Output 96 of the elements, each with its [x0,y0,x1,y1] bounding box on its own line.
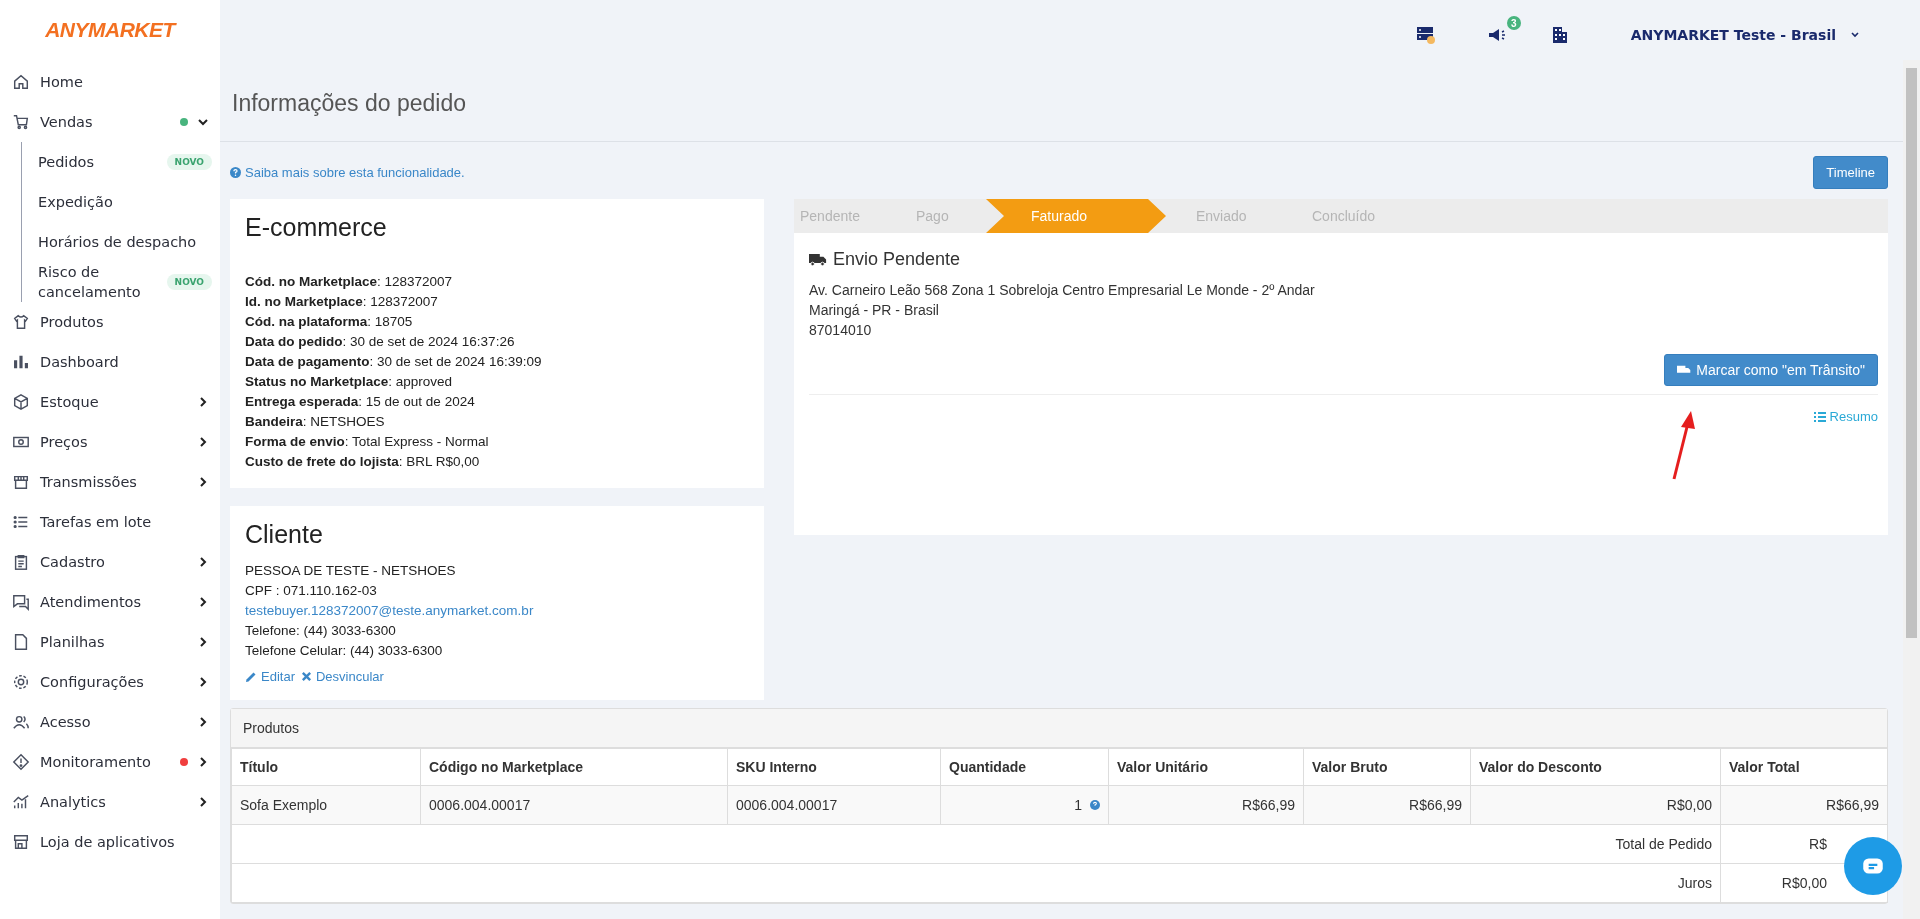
edit-link[interactable]: Editar [245,669,295,684]
caret-icon [1850,30,1860,40]
sidebar-item[interactable]: Configurações [0,662,220,702]
sidebar-item[interactable]: Analytics [0,782,220,822]
shirt-icon [12,313,30,331]
column-header: Valor Unitário [1108,748,1304,786]
sidebar-item[interactable]: Dashboard [0,342,220,382]
list-icon [1813,411,1826,422]
table-cell: 1 [940,785,1109,825]
sidebar-item[interactable]: Preços [0,422,220,462]
question-icon [230,167,241,178]
order-field: Forma de envio: Total Express - Normal [245,432,749,452]
list-icon [12,513,30,531]
total-label: Juros [231,863,1721,903]
column-header: Quantidade [940,748,1109,786]
order-field: Cód. na plataforma: 18705 [245,312,749,332]
address-line: 87014010 [809,321,873,340]
scrollbar[interactable] [1903,60,1920,919]
column-header: Valor Total [1720,748,1888,786]
sidebar-subitem[interactable]: Risco de cancelamento NOVO [22,262,220,302]
sidebar-item[interactable]: Tarefas em lote [0,502,220,542]
address-line: Av. Carneiro Leão 568 Zona 1 Sobreloja Centro Empresarial Le Monde - 2º Andar [809,281,1316,300]
table-cell: R$0,00 [1470,785,1721,825]
client-phone: Telefone: (44) 3033-6300 [245,622,397,640]
sidebar-subitem[interactable]: Pedidos NOVO [22,142,220,182]
table-cell: 0006.004.00017 [727,785,941,825]
sidebar-item[interactable]: Loja de aplicativos [0,822,220,862]
sidebar-item[interactable]: Estoque [0,382,220,422]
card-title: Cliente [245,520,324,549]
help-link[interactable]: Saiba mais sobre esta funcionalidade. [230,165,465,180]
sidebar-item[interactable]: Transmissões [0,462,220,502]
house-icon [12,73,30,91]
truck-icon [809,253,827,266]
sidebar-subitem[interactable]: Expedição [22,182,220,222]
client-mobile: Telefone Celular: (44) 3033-6300 [245,642,444,660]
unlink-link[interactable]: Desvincular [300,669,384,684]
order-field: Custo de frete do lojista: BRL R$0,00 [245,452,749,472]
sidebar-item[interactable]: Cadastro [0,542,220,582]
truck-icon [1677,365,1692,375]
table-cell: 0006.004.00017 [420,785,728,825]
help-icon [1090,800,1100,810]
address-line: Maringá - PR - Brasil [809,301,940,320]
sidebar-item[interactable]: Home [0,62,220,102]
bar-chart-icon [12,353,30,371]
order-field: Data de pagamento: 30 de set de 2024 16:39:09 [245,352,749,372]
column-header: Título [231,748,421,786]
account-menu[interactable]: ANYMARKET Teste - Brasil [1630,27,1860,43]
total-label: Total de Pedido [231,824,1721,864]
close-icon [300,671,312,682]
sidebar-item[interactable]: Atendimentos [0,582,220,622]
pencil-icon [245,670,257,683]
order-field: Bandeira: NETSHOES [245,412,749,432]
notification-badge: 3 [1506,16,1521,30]
order-field: Cód. no Marketplace: 128372007 [245,272,749,292]
sidebar-item[interactable]: Produtos [0,302,220,342]
client-cpf: CPF : 071.110.162-03 [245,582,378,600]
scrollbar-thumb[interactable] [1906,68,1917,638]
sidebar-subitem[interactable]: Horários de despacho [22,222,220,262]
clipboard-icon [12,553,30,571]
line-chart-icon [12,793,30,811]
card-title: E-commerce [245,213,388,242]
warning-icon [12,753,30,771]
sidebar-item[interactable]: Acesso [0,702,220,742]
cart-icon [12,113,30,131]
storefront-icon [12,473,30,491]
box-icon [12,393,30,411]
sidebar-item[interactable]: Vendas [0,102,220,142]
client-name: PESSOA DE TESTE - NETSHOES [245,562,457,580]
server-alert-icon[interactable] [1414,24,1437,46]
email-link[interactable]: testebuyer.128372007@teste.anymarket.com.br [245,601,749,621]
chat-icon [12,593,30,611]
shop-icon [12,833,30,851]
mark-in-transit-button[interactable]: Marcar como "em Trânsito" [1664,354,1878,386]
order-field: Status no Marketplace: approved [245,372,749,392]
panel-title: Produtos [231,709,1887,748]
table-cell: R$66,99 [1303,785,1471,825]
status-step: Faturado [986,199,1166,233]
column-header: Valor Bruto [1303,748,1471,786]
timeline-button[interactable]: Timeline [1813,156,1888,189]
column-header: Código no Marketplace [420,748,728,786]
sidebar-item[interactable]: Planilhas [0,622,220,662]
order-field: Data do pedido: 30 de set de 2024 16:37:26 [245,332,749,352]
column-header: SKU Interno [727,748,941,786]
new-badge: NOVO [166,274,212,290]
order-field: Id. no Marketplace: 128372007 [245,292,749,312]
file-icon [12,633,30,651]
new-badge: NOVO [166,154,212,170]
table-cell: R$66,99 [1720,785,1888,825]
table-cell: Sofa Exemplo [231,785,421,825]
sidebar-item[interactable]: Monitoramento [0,742,220,782]
shipping-title: Envio Pendente [833,249,961,270]
order-field: Entrega esperada: 15 de out de 2024 [245,392,749,412]
table-cell: R$66,99 [1108,785,1304,825]
settings-icon [12,673,30,691]
users-icon [12,713,30,731]
column-header: Valor do Desconto [1470,748,1721,786]
